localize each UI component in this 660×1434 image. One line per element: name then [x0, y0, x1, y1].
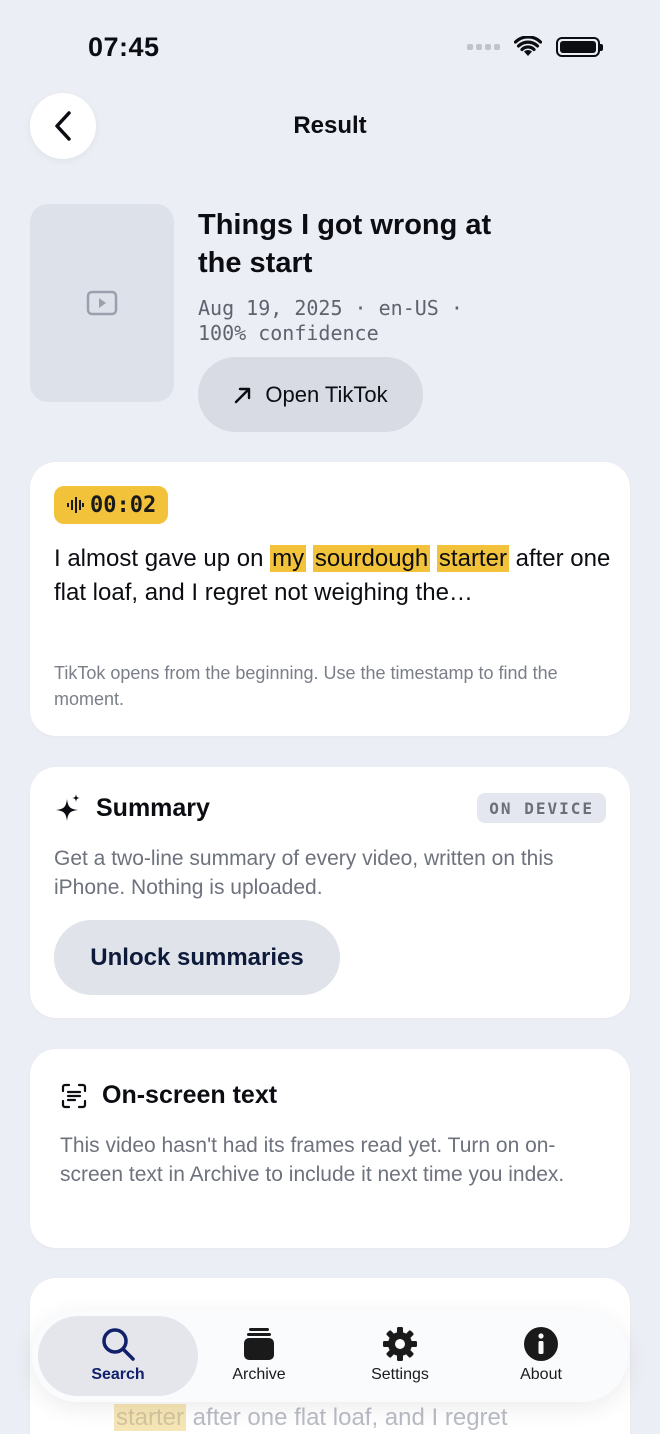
summary-title: Summary — [96, 793, 210, 822]
arrow-up-right-icon — [235, 387, 251, 403]
video-thumbnail[interactable] — [30, 204, 174, 402]
timestamp-note: TikTok opens from the beginning. Use the… — [54, 663, 558, 709]
status-indicators — [467, 36, 603, 58]
transcript-match-card[interactable]: 00:02 I almost gave up on my sourdough s… — [30, 462, 630, 736]
tab-archive-label: Archive — [232, 1366, 286, 1383]
summary-card: Summary ON DEVICE Get a two-line summary… — [30, 767, 630, 1018]
highlight-term: starter — [114, 1404, 187, 1431]
summary-description: Get a two-line summary of every video, w… — [54, 847, 554, 899]
highlight-term: sourdough — [312, 545, 431, 572]
info-icon — [524, 1327, 558, 1361]
gear-icon — [383, 1327, 417, 1361]
text-scan-icon — [61, 1083, 87, 1108]
partial-quote-text: after one flat loaf, and I regret — [186, 1404, 508, 1431]
tab-about[interactable]: About — [466, 1316, 616, 1396]
on-screen-text-card: On-screen text This video hasn't had its… — [30, 1049, 630, 1248]
timestamp-value: 00:02 — [90, 492, 157, 518]
open-tiktok-button[interactable]: Open TikTok — [198, 357, 423, 432]
page-title: Result — [293, 112, 367, 139]
sparkles-icon — [56, 794, 80, 821]
search-icon — [102, 1328, 135, 1361]
status-time: 07:45 — [88, 32, 160, 62]
tab-search-label: Search — [91, 1366, 145, 1383]
on-device-badge: ON DEVICE — [477, 793, 606, 823]
cellular-signal-icon — [467, 44, 500, 50]
video-meta: Aug 19, 2025 · en-US · 100% confidence — [198, 296, 463, 345]
tab-settings[interactable]: Settings — [325, 1316, 475, 1396]
quote-text-before: I almost gave up on — [54, 545, 271, 572]
play-icon — [86, 290, 118, 316]
highlight-term: my — [270, 545, 307, 572]
on-screen-text-title: On-screen text — [102, 1081, 278, 1109]
tab-about-label: About — [520, 1366, 562, 1383]
tab-archive[interactable]: Archive — [184, 1316, 334, 1396]
tab-settings-label: Settings — [371, 1366, 429, 1383]
video-title: Things I got wrong at the start — [198, 209, 492, 279]
open-tiktok-label: Open TikTok — [265, 381, 388, 407]
waveform-icon — [67, 497, 84, 513]
tab-search[interactable]: Search — [38, 1316, 198, 1396]
wifi-icon — [514, 36, 542, 56]
unlock-summaries-button[interactable]: Unlock summaries — [54, 920, 340, 995]
on-screen-text-header: On-screen text — [60, 1081, 277, 1110]
on-screen-text-description: This video hasn't had its frames read ye… — [60, 1134, 565, 1186]
archive-icon — [244, 1328, 274, 1360]
battery-icon — [556, 37, 603, 57]
transcript-quote: I almost gave up on my sourdough starter… — [54, 542, 614, 610]
timestamp-badge: 00:02 — [54, 486, 169, 524]
tab-bar: Search Archive Settings About — [32, 1310, 628, 1402]
highlight-term: starter — [436, 545, 509, 572]
partial-card-quote: starter after one flat loaf, and I regre… — [114, 1404, 508, 1432]
summary-header: Summary — [54, 793, 210, 823]
